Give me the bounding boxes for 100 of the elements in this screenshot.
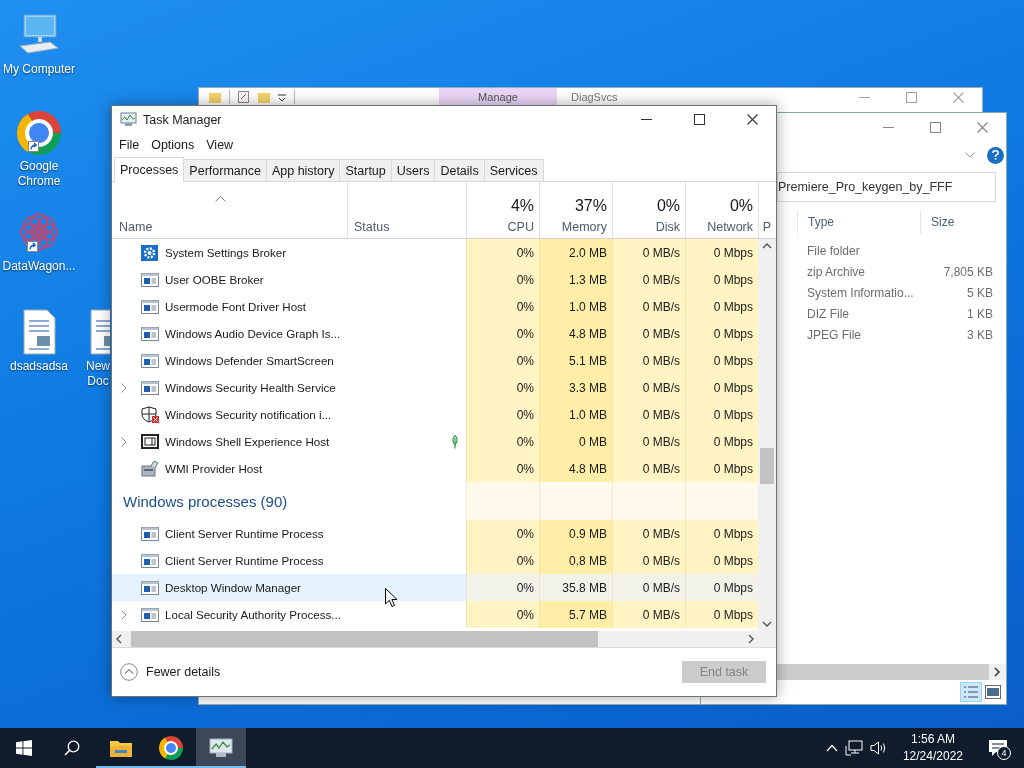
column-header[interactable]: Status	[354, 220, 466, 234]
tab[interactable]: App history	[265, 159, 341, 181]
scrollbar-thumb[interactable]	[760, 448, 774, 484]
process-name[interactable]: Windows Security Health Service	[165, 381, 336, 394]
tab[interactable]: Performance	[183, 159, 267, 181]
fewer-details-button[interactable]: Fewer details	[120, 663, 221, 681]
column-header[interactable]: P	[762, 220, 771, 234]
properties-icon[interactable]	[238, 91, 250, 103]
expand-chevron-icon[interactable]	[121, 609, 127, 620]
disk-cell: 0 MB/s	[612, 455, 685, 482]
network-cell: 0 Mbps	[685, 239, 758, 266]
shortcut-arrow-icon	[27, 241, 38, 252]
expand-chevron-icon[interactable]	[121, 436, 127, 447]
memory-cell: 0.8 MB	[539, 547, 612, 574]
column-header[interactable]: Memory	[561, 220, 607, 234]
tab[interactable]: Processes	[114, 157, 185, 182]
network-cell: 0 Mbps	[685, 266, 758, 293]
horizontal-scrollbar[interactable]	[777, 664, 1006, 680]
vertical-scrollbar[interactable]	[758, 239, 776, 631]
process-name[interactable]: User OOBE Broker	[165, 273, 264, 286]
column-header[interactable]: Size	[920, 210, 1000, 234]
search-icon[interactable]	[64, 740, 80, 756]
app-window-icon	[141, 434, 159, 449]
expand-chevron-icon[interactable]	[121, 382, 127, 393]
windows-logo-icon[interactable]	[16, 740, 32, 756]
column-total: 37%	[574, 197, 607, 215]
dropdown-icon[interactable]	[278, 93, 286, 101]
menu-item[interactable]: View	[201, 135, 239, 154]
app-window-icon	[141, 607, 159, 622]
desktop-icon-label[interactable]: My Computer	[3, 62, 75, 77]
process-name[interactable]: System Settings Broker	[165, 246, 287, 259]
column-header[interactable]: CPU	[507, 220, 534, 234]
tab[interactable]: Details	[434, 159, 485, 181]
folder-icon	[109, 738, 133, 758]
cpu-cell: 0%	[466, 374, 539, 401]
tab[interactable]: Services	[483, 159, 544, 181]
close-icon[interactable]	[747, 114, 758, 125]
cpu-cell: 0%	[466, 455, 539, 482]
memory-cell: 2.0 MB	[539, 239, 612, 266]
process-name[interactable]: Windows Shell Experience Host	[165, 435, 330, 448]
horizontal-scrollbar[interactable]	[112, 631, 776, 647]
desktop-icon-label[interactable]: Google Chrome	[1, 159, 77, 189]
help-icon[interactable]	[987, 146, 1004, 164]
network-icon[interactable]	[844, 740, 863, 756]
clock-date[interactable]: 12/24/2022	[902, 748, 963, 765]
chevron-up-icon[interactable]	[825, 744, 838, 752]
file-type: JPEG File	[807, 327, 862, 342]
tab[interactable]: Startup	[339, 159, 392, 181]
shield-icon	[141, 406, 159, 423]
column-header[interactable]: Type	[797, 210, 920, 234]
disk-cell: 0 MB/s	[612, 574, 685, 601]
process-name[interactable]: Windows Security notification i...	[165, 408, 332, 421]
maximize-icon[interactable]	[694, 114, 705, 125]
process-name[interactable]: Local Security Authority Process...	[165, 608, 341, 621]
chevron-down-icon[interactable]	[965, 152, 975, 158]
memory-cell: 4.8 MB	[539, 320, 612, 347]
column-header[interactable]: Name	[119, 220, 347, 234]
clock-time[interactable]: 1:56 AM	[910, 731, 955, 748]
process-name[interactable]: Usermode Font Driver Host	[165, 300, 307, 313]
file-type: zip Archive	[807, 264, 867, 279]
volume-icon[interactable]	[869, 740, 888, 756]
sort-caret-icon[interactable]	[215, 196, 226, 202]
app-window-icon	[141, 326, 159, 341]
mouse-pointer-icon	[385, 588, 398, 608]
process-name[interactable]: Windows Defender SmartScreen	[165, 354, 334, 367]
file-size: 5 KB	[966, 285, 993, 300]
taskbar-app-button[interactable]	[196, 728, 246, 768]
tab[interactable]: Users	[390, 159, 436, 181]
process-name[interactable]: Client Server Runtime Process	[165, 527, 324, 540]
process-name[interactable]: WMI Provider Host	[165, 462, 263, 475]
disk-cell: 0 MB/s	[612, 428, 685, 455]
monitor-chart-icon	[208, 737, 234, 759]
desktop-icon-label[interactable]: New Doc	[86, 359, 110, 389]
network-cell: 0 Mbps	[685, 520, 758, 547]
cpu-cell: 0%	[466, 266, 539, 293]
disk-cell: 0 MB/s	[612, 266, 685, 293]
process-name[interactable]: Windows Audio Device Graph Is...	[165, 327, 341, 340]
menu-item[interactable]: File	[114, 135, 145, 154]
cpu-cell: 0%	[466, 428, 539, 455]
column-header[interactable]: Disk	[655, 220, 680, 234]
group-header: Windows processes (90)	[123, 492, 288, 510]
app-window-icon	[141, 553, 159, 568]
desktop-icon-label[interactable]: DataWagon...	[2, 259, 76, 274]
process-name[interactable]: Client Server Runtime Process	[165, 554, 324, 567]
app-window-icon	[141, 526, 159, 541]
desktop-icon-label[interactable]: dsadsadsa	[9, 359, 68, 374]
preview-pane-icon[interactable]	[985, 685, 1001, 699]
details-view-icon[interactable]	[960, 682, 982, 702]
notification-count: 4	[997, 746, 1011, 760]
memory-cell: 5.7 MB	[539, 601, 612, 628]
cpu-cell: 0%	[466, 520, 539, 547]
ribbon-tab[interactable]: Manage	[439, 88, 557, 106]
network-cell: 0 Mbps	[685, 374, 758, 401]
chevron-up-circle-icon[interactable]	[120, 663, 138, 681]
cpu-cell: 0%	[466, 293, 539, 320]
window-title: Task Manager	[143, 112, 222, 127]
memory-cell: 1.0 MB	[539, 293, 612, 320]
address-field[interactable]: Premiere_Pro_keygen_by_FFF	[777, 172, 996, 202]
menu-item[interactable]: Options	[146, 135, 200, 154]
column-header[interactable]: Network	[707, 220, 753, 234]
